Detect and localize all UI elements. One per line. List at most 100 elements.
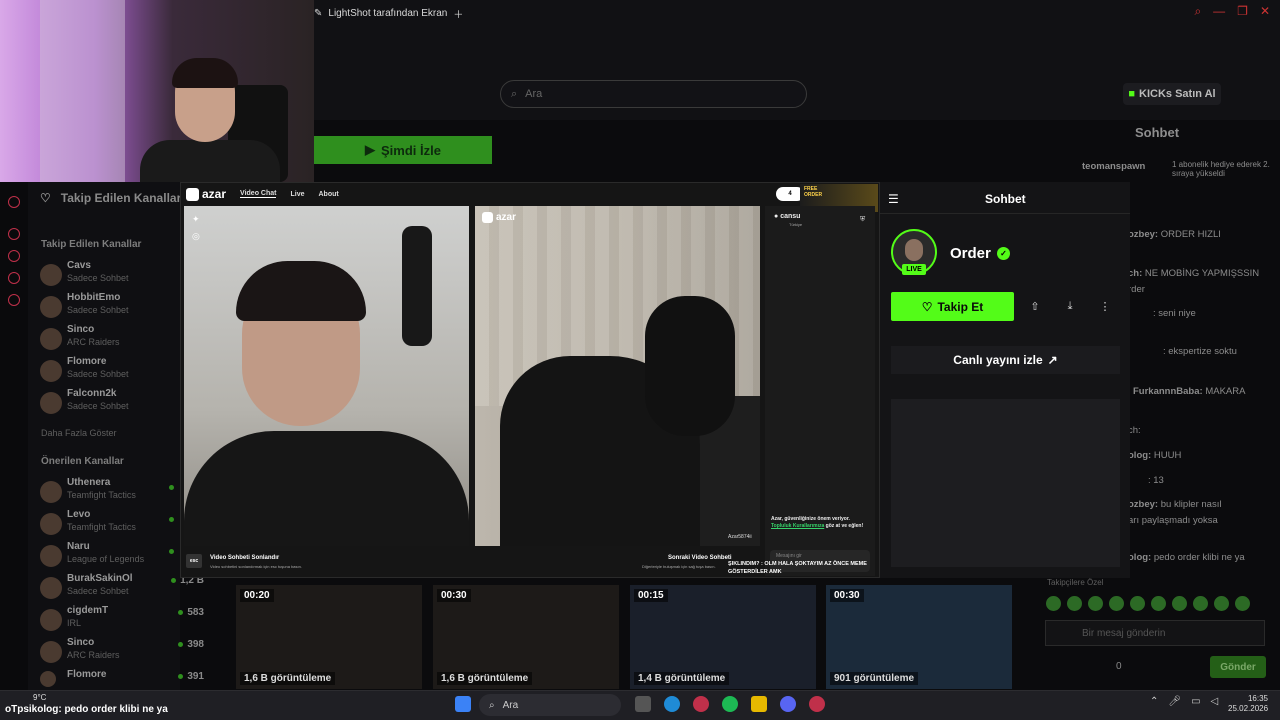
azar-bottom-bar bbox=[182, 548, 762, 576]
channel-name: Uthenera bbox=[67, 477, 111, 488]
emote-icon bbox=[1235, 596, 1250, 611]
task-view-icon[interactable] bbox=[635, 696, 651, 712]
sidebar-channel-sinco-rec[interactable]: Sinco ARC Raiders 398 bbox=[40, 637, 204, 667]
nav-about[interactable]: About bbox=[318, 191, 338, 198]
chat-message: ch: NE MOBİNG YAPMIŞSSIN bbox=[1128, 268, 1260, 279]
volume-icon[interactable]: ◁ bbox=[1211, 696, 1219, 707]
show-more-link[interactable]: Daha Fazla Göster bbox=[41, 428, 117, 438]
discord-icon[interactable] bbox=[780, 696, 796, 712]
nav-video-chat[interactable]: Video Chat bbox=[240, 190, 277, 198]
history-icon[interactable] bbox=[8, 272, 20, 284]
emote-bar bbox=[1046, 596, 1250, 611]
sidebar-channel-flomore-rec[interactable]: Flomore 391 bbox=[40, 669, 204, 689]
tab-title: LightShot tarafından Ekran bbox=[328, 7, 448, 19]
minimize-icon[interactable]: — bbox=[1213, 4, 1225, 19]
weather-widget[interactable]: 9°C bbox=[33, 693, 46, 702]
channel-name: HobbitEmo bbox=[67, 292, 121, 303]
sidebar-channel-hobbitemo[interactable]: HobbitEmo Sadece Sohbet bbox=[40, 292, 180, 322]
emote-icon bbox=[1172, 596, 1187, 611]
verified-icon: ✓ bbox=[997, 247, 1010, 260]
record-icon[interactable] bbox=[8, 196, 20, 208]
end-chat-title: Video Sohbeti Sonlandır bbox=[210, 555, 280, 561]
obs-icon[interactable] bbox=[809, 696, 825, 712]
magic-wand-icon[interactable]: ✦ bbox=[192, 214, 206, 225]
maximize-icon[interactable]: ❐ bbox=[1237, 4, 1248, 19]
sidebar-channel-falconn2k[interactable]: Falconn2k Sadece Sohbet bbox=[40, 388, 180, 418]
channel-name: cigdemT bbox=[67, 605, 109, 616]
nav-live[interactable]: Live bbox=[290, 191, 304, 198]
clock[interactable]: 16:35 25.02.2026 bbox=[1228, 694, 1268, 714]
video-watermark: Azar5874ii bbox=[728, 534, 752, 540]
settings-icon[interactable] bbox=[8, 294, 20, 306]
mic-icon[interactable]: 🎤︎ bbox=[1168, 696, 1181, 707]
clip-thumbnail[interactable]: 00:30 901 görüntüleme bbox=[826, 585, 1012, 689]
opera-gx-icon[interactable] bbox=[693, 696, 709, 712]
sidebar-channel-sinco[interactable]: Sinco ARC Raiders bbox=[40, 324, 180, 354]
chat-message: ozbey: bu klipler nasıl bbox=[1128, 499, 1222, 510]
overlay-chat-message: ŞIKLINDIM? : OLM HALA ŞOKTAYIM AZ ÖNCE M… bbox=[728, 561, 867, 575]
chat-message-input[interactable]: Bir mesaj gönderin bbox=[1045, 620, 1265, 646]
sidebar-channel-cavs[interactable]: Cavs Sadece Sohbet bbox=[40, 260, 180, 290]
channel-game: Sadece Sohbet bbox=[67, 586, 129, 596]
file-explorer-icon[interactable] bbox=[751, 696, 767, 712]
channel-game: Teamfight Tactics bbox=[67, 490, 136, 500]
chat-message: : ekspertize soktu bbox=[1163, 346, 1237, 357]
channel-name: Cavs bbox=[67, 260, 91, 271]
more-icon[interactable]: ⋮ bbox=[1097, 298, 1113, 314]
sidebar-channel-flomore[interactable]: Flomore Sadece Sohbet bbox=[40, 356, 180, 386]
pen-icon: ✎ bbox=[314, 7, 323, 19]
taskbar-search[interactable]: ⌕ Ara bbox=[479, 694, 621, 716]
azar-logo[interactable]: azar bbox=[186, 187, 226, 201]
chevron-up-icon[interactable]: ⌃ bbox=[1150, 696, 1158, 707]
collapse-chat-icon[interactable]: ☰ bbox=[888, 192, 899, 206]
chat-preview-area bbox=[891, 399, 1120, 567]
spotify-icon[interactable] bbox=[722, 696, 738, 712]
network-icon[interactable]: ▭ bbox=[1191, 696, 1200, 707]
start-icon[interactable] bbox=[455, 696, 471, 712]
avatar bbox=[40, 392, 62, 414]
esc-key[interactable]: esc bbox=[186, 554, 202, 568]
sidebar-channel-levo[interactable]: Levo Teamfight Tactics bbox=[40, 509, 180, 539]
sidebar-channel-cigdemt[interactable]: cigdemT IRL 583 bbox=[40, 605, 204, 635]
search-icon[interactable]: ⌕ bbox=[1194, 4, 1201, 19]
clip-thumbnail[interactable]: 00:15 1,4 B görüntüleme bbox=[630, 585, 816, 689]
follow-button[interactable]: ♡ Takip Et bbox=[891, 292, 1014, 321]
webcam-door bbox=[40, 0, 125, 182]
shield-icon[interactable]: ⛨ bbox=[860, 216, 865, 224]
live-dot bbox=[169, 517, 174, 522]
download-icon[interactable]: ⤓ bbox=[1062, 298, 1078, 314]
kick-icon: ■ bbox=[1128, 88, 1136, 100]
channel-name: Flomore bbox=[67, 669, 107, 680]
clip-thumbnail[interactable]: 00:20 1,6 B görüntüleme bbox=[236, 585, 422, 689]
clip-thumbnail[interactable]: 00:30 1,6 B görüntüleme bbox=[433, 585, 619, 689]
streamer-name[interactable]: Order bbox=[950, 245, 991, 262]
taskbar-search-label: Ara bbox=[502, 699, 519, 711]
buy-kicks-button[interactable]: ■ KICKs Satın Al bbox=[1123, 83, 1221, 105]
share-icon[interactable]: ⇧ bbox=[1027, 298, 1043, 314]
close-icon[interactable]: ✕ bbox=[1260, 4, 1270, 19]
side-icon-rail bbox=[0, 182, 28, 692]
external-link-icon: ↗ bbox=[1047, 353, 1058, 367]
chat-message: olog: HUUH bbox=[1128, 450, 1182, 461]
sidebar-channel-uthenera[interactable]: Uthenera Teamfight Tactics bbox=[40, 477, 180, 507]
channel-name: Naru bbox=[67, 541, 90, 552]
emote-icon bbox=[1046, 596, 1061, 611]
community-guidelines-link[interactable]: Topluluk Kurallarımıza bbox=[771, 523, 824, 529]
compass-icon[interactable] bbox=[8, 228, 20, 240]
new-tab-icon[interactable]: ＋ bbox=[453, 6, 463, 21]
edge-icon[interactable] bbox=[664, 696, 680, 712]
heart-icon[interactable] bbox=[8, 250, 20, 262]
live-badge: LIVE bbox=[902, 264, 926, 275]
search-input[interactable]: ⌕ Ara bbox=[500, 80, 807, 108]
watch-now-button[interactable]: ▶ Şimdi İzle bbox=[314, 136, 492, 164]
watch-live-button[interactable]: Canlı yayını izle ↗ bbox=[891, 346, 1120, 374]
chat-message: FurkannnBaba: MAKARA bbox=[1133, 386, 1246, 397]
next-chat-subtitle: Diğerleriyle buluşmak için sağ tuşa bası… bbox=[642, 564, 716, 569]
send-button[interactable]: Gönder bbox=[1210, 656, 1266, 678]
sidebar-channel-naru[interactable]: Naru League of Legends bbox=[40, 541, 180, 571]
sidebar-channel-buraksakinol[interactable]: BurakSakinOl Sadece Sohbet 1,2 B bbox=[40, 573, 204, 603]
channel-game: Sadece Sohbet bbox=[67, 273, 129, 283]
browser-tab[interactable]: ✎ LightShot tarafından Ekran ＋ bbox=[314, 4, 463, 22]
filter-icon[interactable]: ◎ bbox=[192, 231, 206, 242]
live-dot bbox=[169, 549, 174, 554]
